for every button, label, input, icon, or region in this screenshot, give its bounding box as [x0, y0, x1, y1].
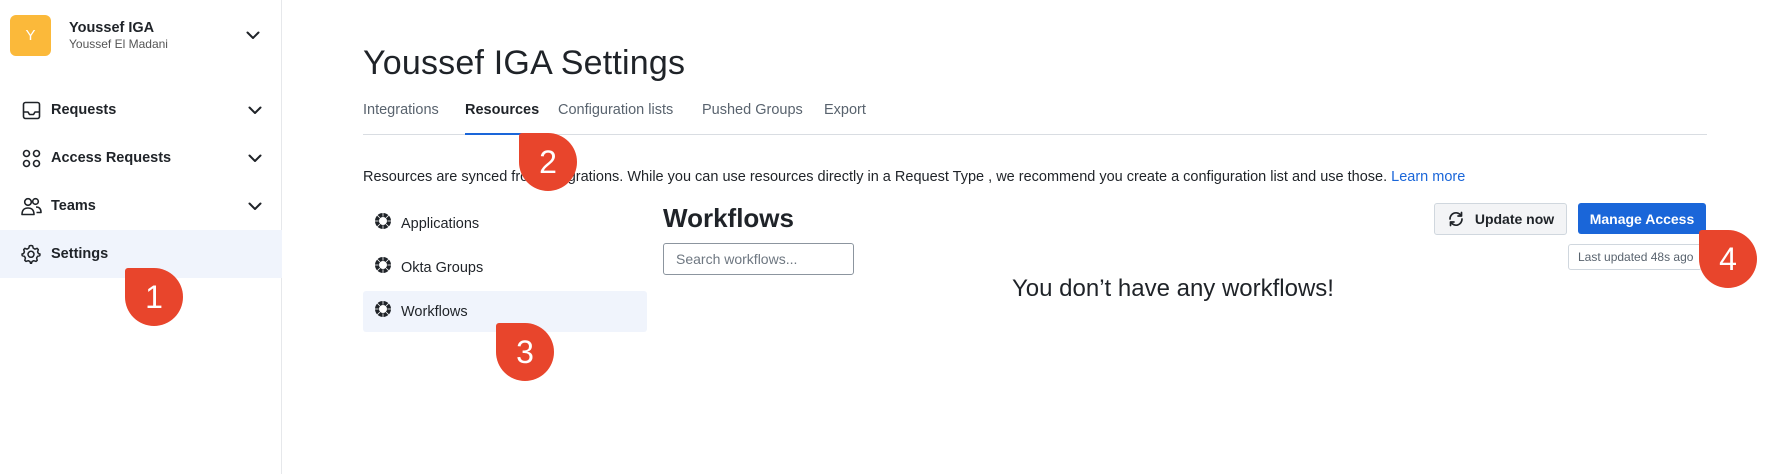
sidebar-item-label: Settings	[51, 246, 109, 262]
tab-export[interactable]: Export	[824, 102, 866, 135]
annotation-marker-2: 2	[519, 133, 577, 191]
sync-icon	[1447, 211, 1465, 227]
okta-icon	[374, 212, 392, 235]
okta-icon	[374, 300, 392, 323]
update-now-label: Update now	[1474, 211, 1555, 227]
users-icon	[20, 195, 42, 217]
resource-item-okta-groups[interactable]: Okta Groups	[363, 247, 647, 288]
sidebar-item-label: Requests	[51, 102, 117, 118]
resources-info-text: Resources are synced from integrations. …	[363, 169, 1388, 185]
chevron-down-icon[interactable]	[248, 198, 262, 216]
resource-item-label: Workflows	[401, 303, 468, 320]
resource-item-label: Okta Groups	[401, 259, 484, 276]
sidebar-item-requests[interactable]: Requests	[0, 86, 282, 134]
grid-circles-icon	[20, 147, 42, 169]
page-title: Youssef IGA Settings	[363, 44, 686, 82]
last-updated-badge: Last updated 48s ago	[1568, 244, 1702, 270]
workspace-name: Youssef IGA	[69, 19, 155, 36]
tab-resources[interactable]: Resources	[465, 102, 540, 135]
annotation-marker-3: 3	[496, 323, 554, 381]
chevron-down-icon[interactable]	[248, 102, 262, 120]
annotation-marker-4: 4	[1699, 230, 1757, 288]
settings-tabs: Integrations Resources Configuration lis…	[363, 100, 1707, 135]
learn-more-link[interactable]: Learn more	[1391, 169, 1465, 185]
tab-pushed-groups[interactable]: Pushed Groups	[702, 102, 803, 135]
workspace-user: Youssef El Madani	[69, 36, 168, 51]
manage-access-button[interactable]: Manage Access	[1578, 203, 1706, 234]
workflows-title: Workflows	[663, 203, 794, 233]
sidebar-item-access-requests[interactable]: Access Requests	[0, 134, 282, 182]
tab-configuration-lists[interactable]: Configuration lists	[558, 102, 673, 135]
workspace-switcher[interactable]: Y Youssef IGA Youssef El Madani	[10, 14, 272, 56]
chevron-down-icon[interactable]	[248, 150, 262, 168]
sidebar: Y Youssef IGA Youssef El Madani Requests…	[0, 0, 282, 474]
sidebar-item-label: Access Requests	[51, 150, 172, 166]
sidebar-item-label: Teams	[51, 198, 96, 214]
workspace-avatar: Y	[10, 14, 51, 56]
annotation-marker-1: 1	[125, 268, 183, 326]
inbox-icon	[20, 99, 42, 121]
empty-state-message: You don’t have any workflows!	[1012, 275, 1334, 302]
okta-icon	[374, 256, 392, 279]
gear-icon	[20, 243, 42, 265]
chevron-down-icon[interactable]	[246, 27, 260, 45]
tab-integrations[interactable]: Integrations	[363, 102, 439, 135]
search-workflows-input[interactable]	[663, 243, 854, 275]
resource-item-label: Applications	[401, 215, 480, 232]
resource-item-applications[interactable]: Applications	[363, 203, 647, 244]
sidebar-item-teams[interactable]: Teams	[0, 182, 282, 230]
workspace-text: Youssef IGA Youssef El Madani	[69, 19, 272, 52]
update-now-button[interactable]: Update now	[1434, 203, 1567, 235]
